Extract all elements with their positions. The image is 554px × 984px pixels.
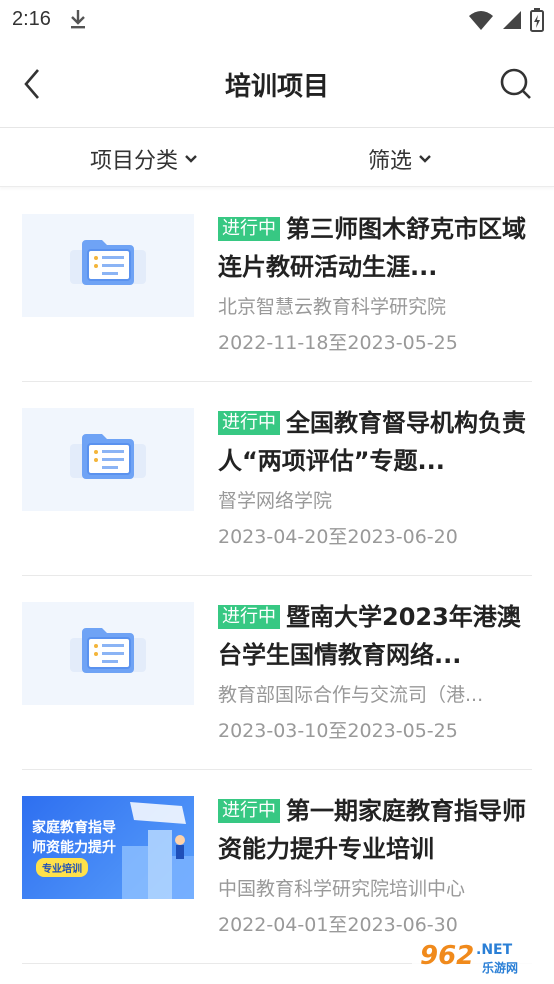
project-organizer: 中国教育科学研究院培训中心 [218,878,466,900]
chevron-down-icon [185,155,197,163]
download-icon [68,8,88,34]
status-badge: 进行中 [218,217,280,241]
folder-icon [70,434,146,479]
project-title: 进行中 第三师图木舒克市区域连片教研活动生涯... [218,210,532,286]
banner-tag: 专业培训 [36,858,88,877]
status-icons [468,8,544,32]
status-bar: 2:16 [0,0,554,40]
project-thumbnail [22,602,194,705]
svg-text:乐游网: 乐游网 [482,960,518,975]
signal-icon [503,11,521,29]
project-dates: 2022-11-18至2023-05-25 [218,332,458,354]
filter-bar: 项目分类 筛选 [0,129,554,187]
banner-line-1: 家庭教育指导 [32,820,116,836]
project-dates: 2023-03-10至2023-05-25 [218,720,458,742]
screen-filter-label: 筛选 [368,149,413,174]
folder-icon [70,240,146,285]
project-title: 进行中 全国教育督导机构负责人“两项评估”专题... [218,404,532,480]
battery-icon [530,8,544,32]
wifi-icon [469,11,493,30]
app-bar: 培训项目 [0,40,554,128]
folder-icon [70,628,146,673]
status-badge: 进行中 [218,605,280,629]
svg-text:962: 962 [420,941,474,971]
project-thumbnail [22,214,194,317]
site-watermark-logo: 962 .NET 乐游网 [410,932,550,978]
project-organizer: 北京智慧云教育科学研究院 [218,296,447,318]
page-title: 培训项目 [224,72,329,102]
search-button[interactable] [498,66,534,102]
project-thumbnail [22,408,194,511]
project-title: 进行中 第一期家庭教育指导师资能力提升专业培训 [218,792,532,868]
chevron-down-icon [419,155,431,163]
list-item[interactable]: 进行中 全国教育督导机构负责人“两项评估”专题... 督学网络学院 2023-04… [22,382,532,576]
status-badge: 进行中 [218,411,280,435]
project-organizer: 教育部国际合作与交流司（港... [218,684,484,706]
status-badge: 进行中 [218,799,280,823]
list-item[interactable]: 进行中 第三师图木舒克市区域连片教研活动生涯... 北京智慧云教育科学研究院 20… [22,188,532,382]
status-time: 2:16 [12,8,51,30]
category-filter-label: 项目分类 [90,149,179,174]
project-organizer: 督学网络学院 [218,490,333,512]
screen-filter[interactable]: 筛选 [368,143,432,175]
category-filter[interactable]: 项目分类 [90,143,198,175]
search-icon [500,68,531,99]
list-item[interactable]: 进行中 暨南大学2023年港澳台学生国情教育网络... 教育部国际合作与交流司（港… [22,576,532,770]
svg-text:.NET: .NET [476,942,513,958]
project-title: 进行中 暨南大学2023年港澳台学生国情教育网络... [218,598,532,674]
project-dates: 2023-04-20至2023-06-20 [218,526,458,548]
project-banner-image: 家庭教育指导 师资能力提升 专业培训 [22,796,194,899]
banner-line-2: 师资能力提升 [32,840,116,856]
